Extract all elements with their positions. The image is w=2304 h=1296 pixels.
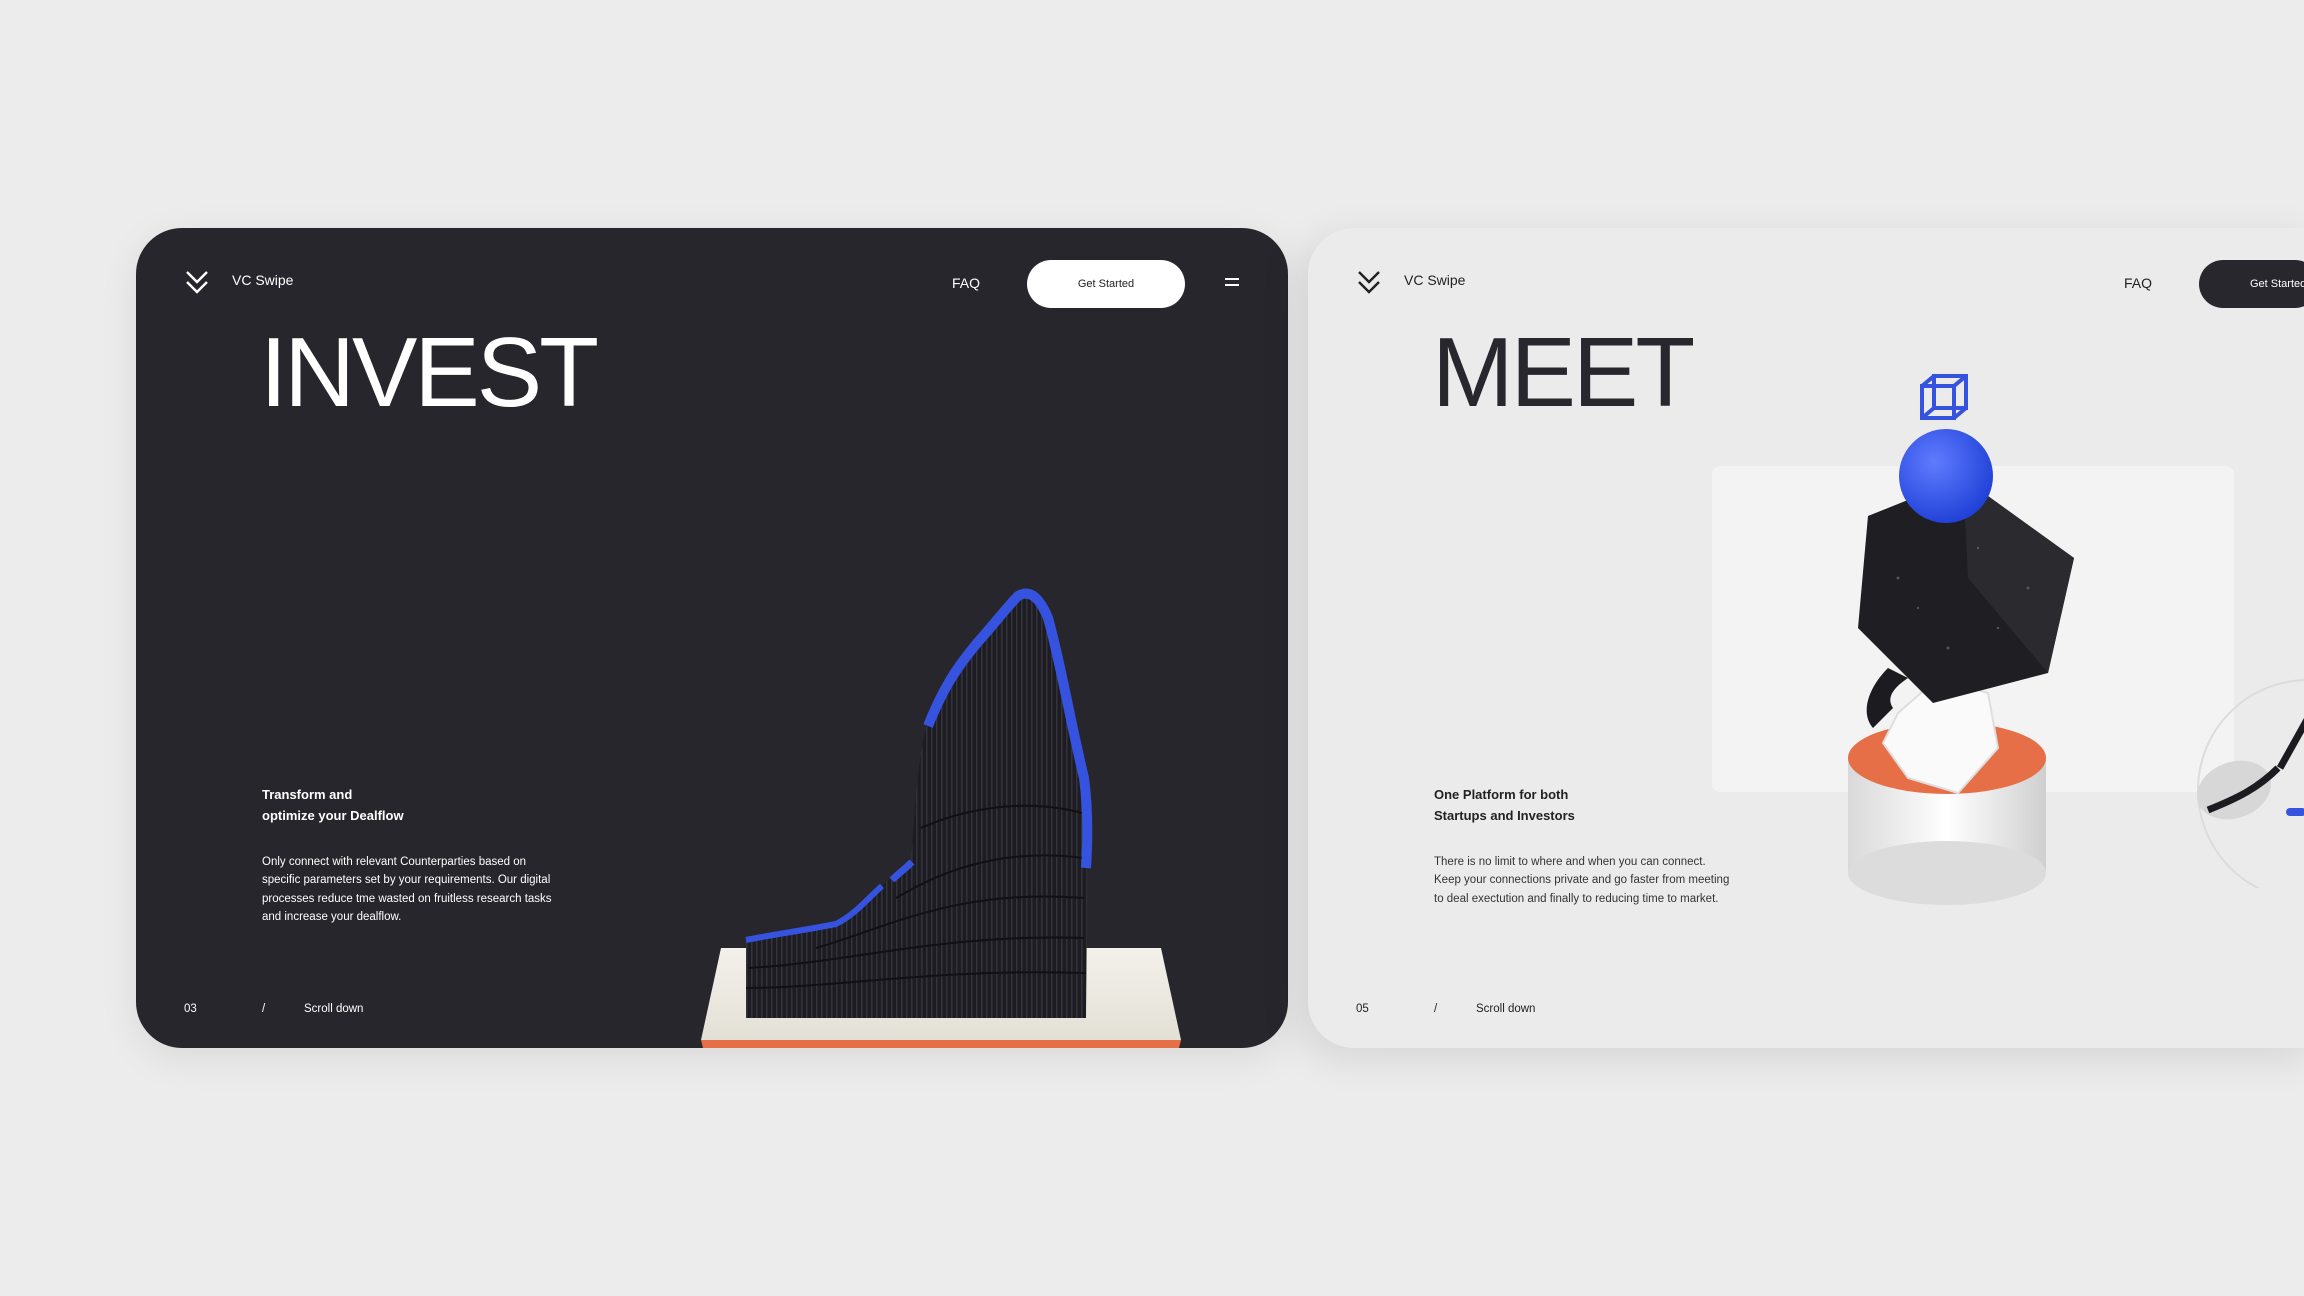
get-started-button[interactable]: Get Started — [2199, 260, 2304, 308]
section-description: Only connect with relevant Counterpartie… — [262, 856, 552, 924]
page-number: 05 — [1356, 1003, 1369, 1015]
stacked-shapes-illustration — [1848, 374, 2074, 905]
faq-link[interactable]: FAQ — [2124, 275, 2152, 291]
brand-name[interactable]: VC Swipe — [232, 272, 293, 288]
section-description: There is no limit to where and when you … — [1434, 856, 1730, 905]
invest-slide-card: VC Swipe FAQ Get Started INVEST Transfor… — [136, 228, 1288, 1048]
section-subheading: One Platform for both Startups and Inves… — [1434, 787, 1575, 823]
page-separator: / — [262, 1003, 266, 1015]
hero-title: INVEST — [260, 317, 599, 427]
page-separator: / — [1434, 1003, 1438, 1015]
faq-link[interactable]: FAQ — [952, 275, 980, 291]
data-mountain-illustration — [701, 588, 1181, 1048]
meet-slide-card: VC Swipe FAQ Get Started MEET One Platfo… — [1308, 228, 2304, 1048]
double-chevron-down-icon[interactable] — [1356, 268, 1382, 298]
section-subheading: Transform and optimize your Dealflow — [262, 787, 404, 823]
double-chevron-down-icon[interactable] — [184, 268, 210, 298]
hamburger-menu-icon[interactable] — [1225, 278, 1239, 286]
get-started-button[interactable]: Get Started — [1027, 260, 1185, 308]
scroll-down-link[interactable]: Scroll down — [304, 1003, 363, 1015]
page-number: 03 — [184, 1003, 197, 1015]
brand-name[interactable]: VC Swipe — [1404, 272, 1465, 288]
scroll-down-link[interactable]: Scroll down — [1476, 1003, 1535, 1015]
partial-ring-object — [2197, 679, 2304, 888]
hero-title: MEET — [1432, 317, 1695, 427]
